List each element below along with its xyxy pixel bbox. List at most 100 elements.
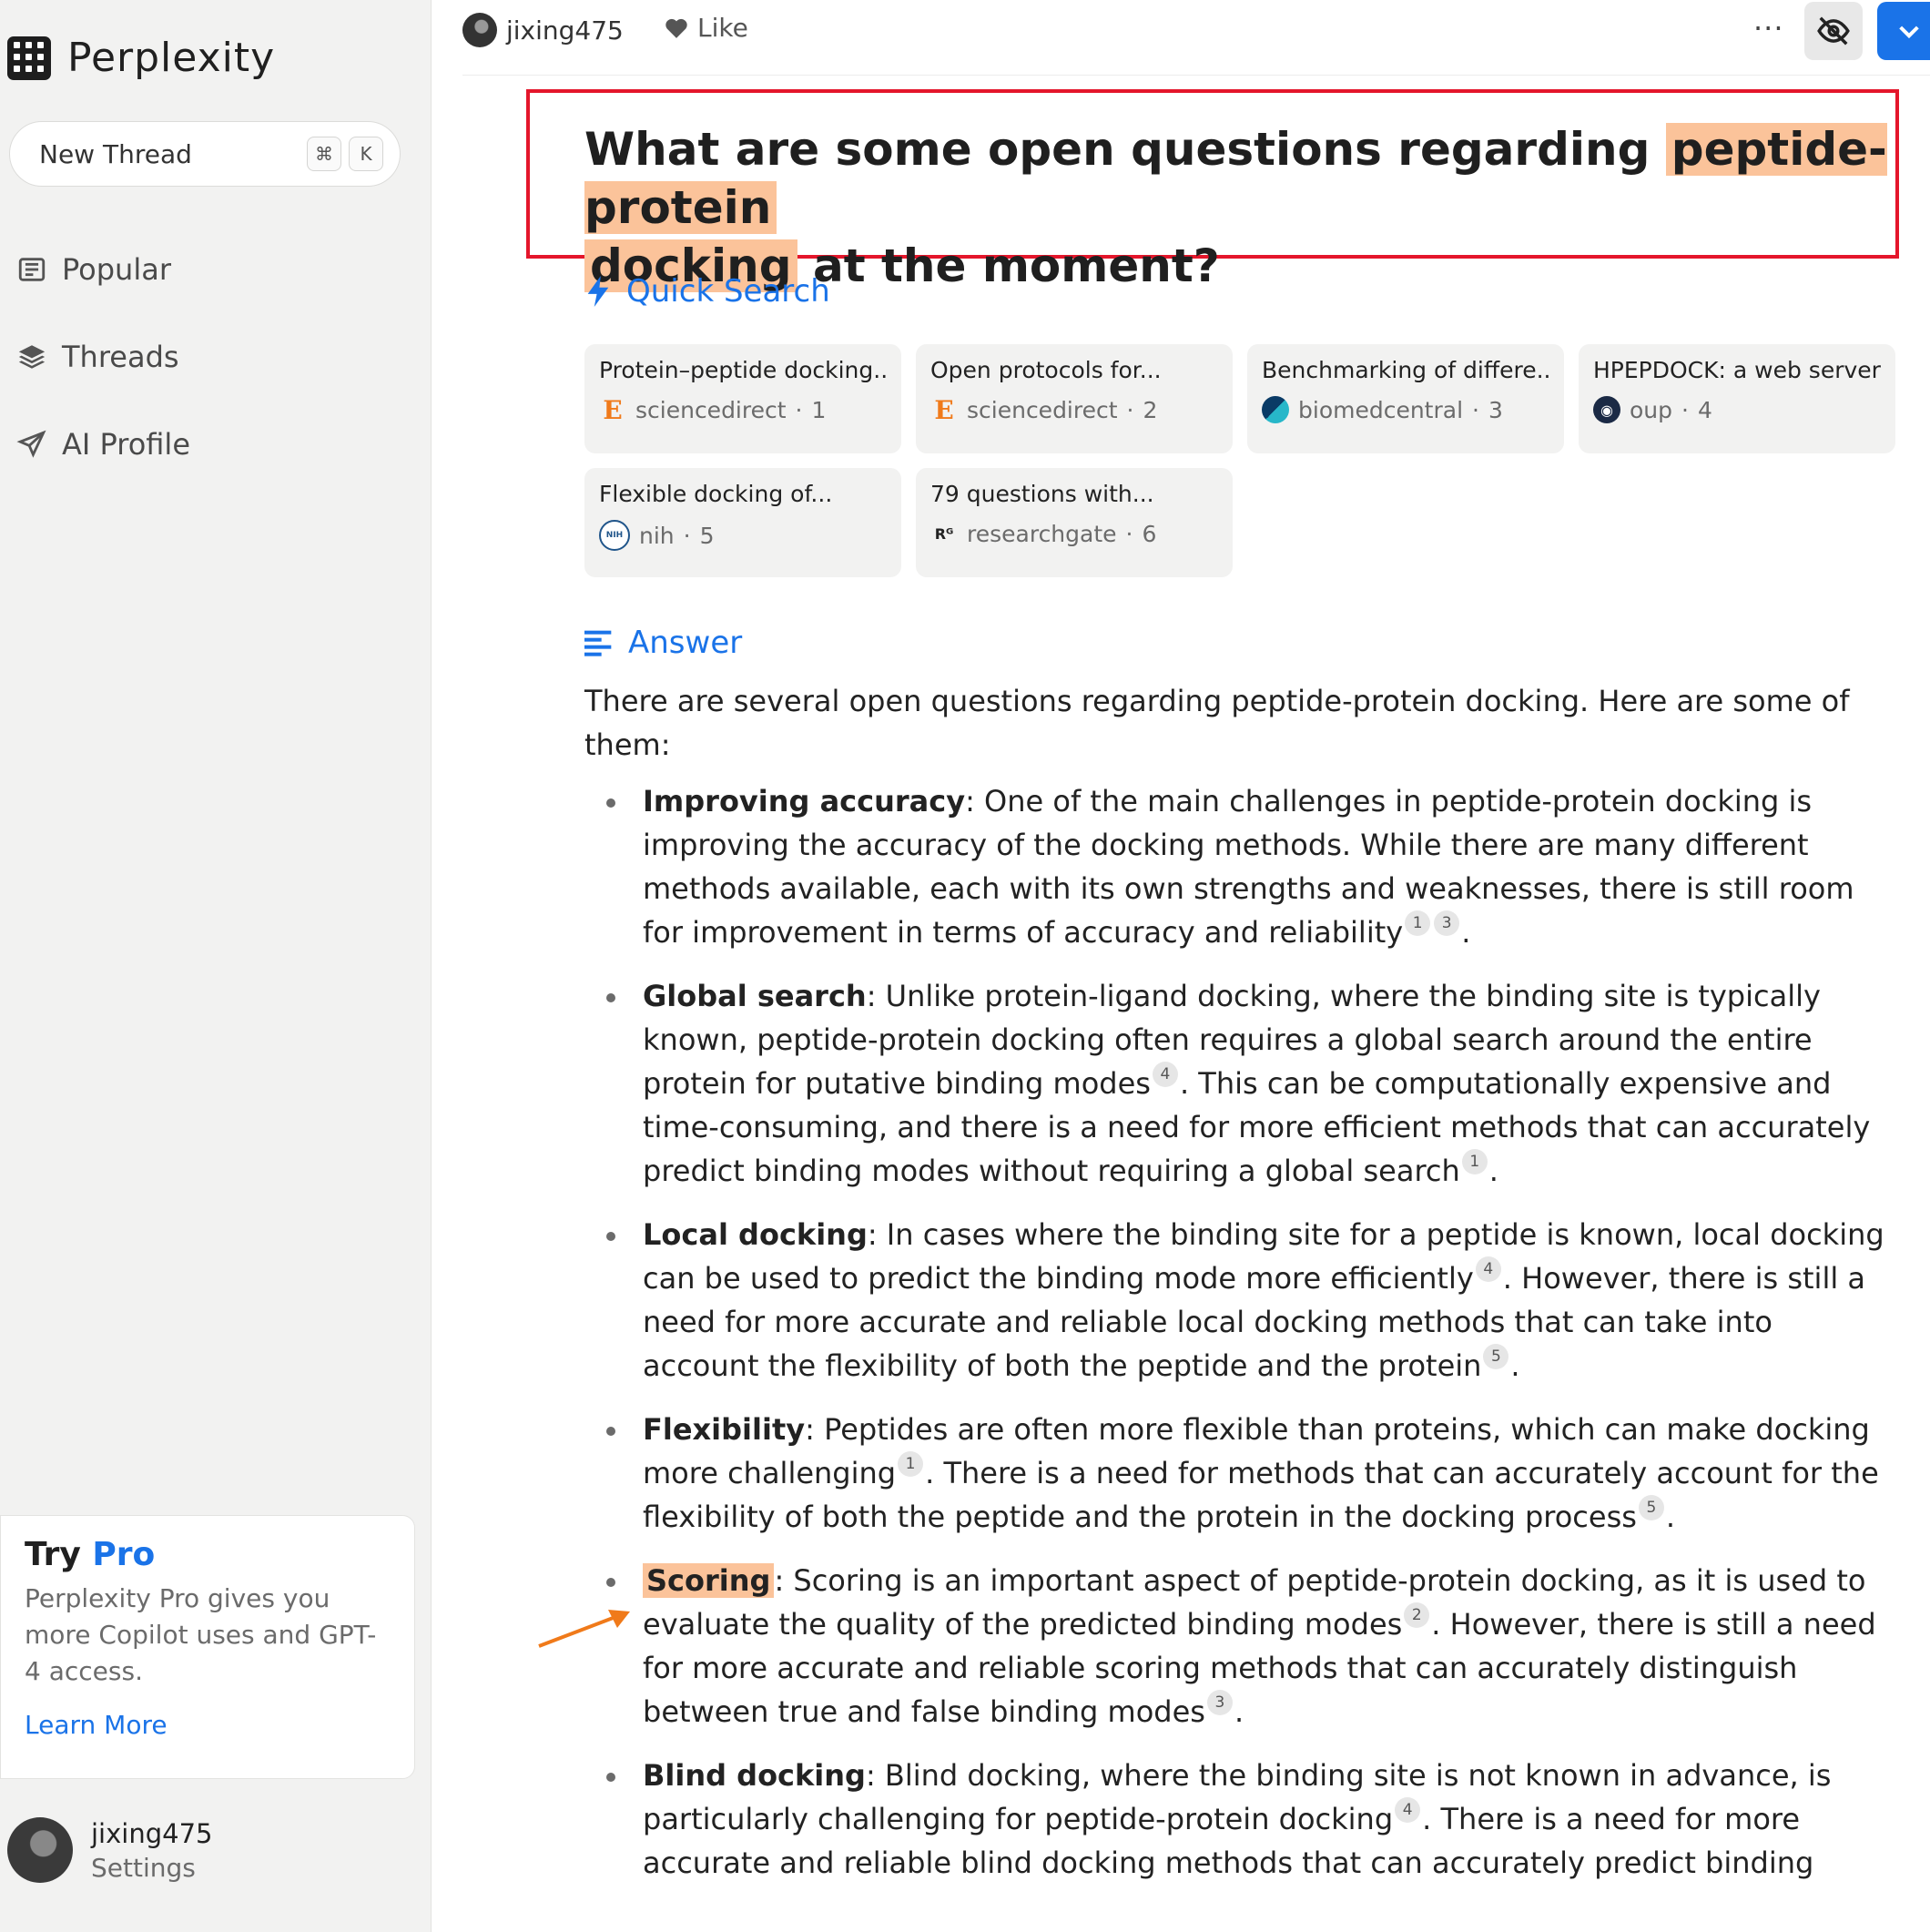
- answer-header: Answer: [584, 625, 742, 661]
- citation-badge[interactable]: 5: [1638, 1495, 1664, 1520]
- source-site: nih: [639, 522, 675, 549]
- annotation-arrow-icon: [538, 1610, 630, 1648]
- try-pro-title: Try Pro: [25, 1536, 156, 1573]
- bullet-term: Local docking: [643, 1217, 868, 1252]
- more-options-icon[interactable]: ···: [1753, 11, 1784, 46]
- source-number: 4: [1697, 396, 1712, 423]
- user-profile[interactable]: jixing475 Settings: [7, 1817, 212, 1883]
- bullet-term: Global search: [643, 979, 867, 1013]
- heart-icon: [665, 18, 687, 38]
- bullet-term: Improving accuracy: [643, 784, 966, 819]
- list-item: Blind docking: Blind docking, where the …: [584, 1754, 1895, 1885]
- separator: ·: [683, 522, 691, 549]
- dropdown-button[interactable]: [1877, 2, 1930, 60]
- source-meta: biomedcentral · 3: [1262, 396, 1549, 423]
- quick-search-label: Quick Search: [626, 273, 830, 310]
- separator: ·: [1126, 396, 1134, 423]
- citation-badge[interactable]: 2: [1404, 1602, 1430, 1628]
- citation-badge[interactable]: 1: [1405, 910, 1431, 936]
- source-card[interactable]: HPEPDOCK: a web server... ◉ oup · 4: [1579, 344, 1895, 453]
- sidebar: Perplexity New Thread ⌘ K Popular Thread…: [0, 0, 432, 1932]
- sources-grid: Protein–peptide docking... Esciencedirect…: [584, 344, 1899, 577]
- bullet-term: Blind docking: [643, 1758, 866, 1793]
- source-title: Protein–peptide docking...: [599, 357, 887, 383]
- citation-badge[interactable]: 4: [1475, 1256, 1501, 1282]
- source-card[interactable]: Open protocols for... Esciencedirect · 2: [916, 344, 1233, 453]
- list-item: Scoring: Scoring is an important aspect …: [584, 1559, 1895, 1734]
- sidebar-item-label: Popular: [62, 252, 171, 287]
- try-pro-card: Try Pro Perplexity Pro gives you more Co…: [0, 1515, 415, 1779]
- bullet-text: .: [1461, 915, 1471, 950]
- try-pro-description: Perplexity Pro gives you more Copilot us…: [25, 1583, 377, 1686]
- list-item: Flexibility: Peptides are often more fle…: [584, 1408, 1895, 1539]
- bullet-text: .: [1234, 1694, 1244, 1729]
- brand-name: Perplexity: [67, 35, 276, 81]
- settings-link[interactable]: Settings: [91, 1853, 212, 1883]
- citation-badge[interactable]: 1: [1461, 1149, 1488, 1174]
- sidebar-item-threads[interactable]: Threads: [16, 313, 190, 401]
- source-title: Flexible docking of...: [599, 481, 833, 507]
- source-number: 5: [699, 522, 715, 549]
- bullet-term: Scoring: [643, 1563, 775, 1598]
- source-meta: NIH nih · 5: [599, 520, 887, 551]
- elsevier-icon: E: [603, 394, 623, 425]
- chevron-down-icon: [1899, 25, 1919, 39]
- thread-topbar: jixing475 Like ···: [462, 0, 1930, 76]
- source-title: 79 questions with...: [930, 481, 1154, 507]
- citation-badge[interactable]: 3: [1434, 910, 1460, 936]
- sidebar-item-label: Threads: [62, 340, 179, 374]
- bullet-text: .: [1665, 1500, 1676, 1534]
- source-site: researchgate: [967, 520, 1117, 547]
- source-card[interactable]: 79 questions with... Rᴳ researchgate · 6: [916, 468, 1233, 577]
- new-thread-label: New Thread: [39, 138, 192, 169]
- source-meta: Rᴳ researchgate · 6: [930, 520, 1218, 547]
- quick-search-header: Quick Search: [584, 273, 830, 310]
- layers-icon: [18, 345, 46, 369]
- newspaper-icon: [18, 258, 46, 281]
- source-site: sciencedirect: [635, 396, 787, 423]
- k-key: K: [349, 137, 383, 171]
- bullet-text: .: [1488, 1154, 1498, 1188]
- separator: ·: [1681, 396, 1689, 423]
- list-item: Local docking: In cases where the bindin…: [584, 1213, 1895, 1388]
- avatar: [462, 13, 497, 47]
- sidebar-item-ai-profile[interactable]: AI Profile: [16, 401, 190, 488]
- new-thread-button[interactable]: New Thread ⌘ K: [9, 121, 401, 187]
- cmd-key-icon: ⌘: [307, 137, 341, 171]
- citation-badge[interactable]: 5: [1483, 1344, 1509, 1369]
- separator: ·: [795, 396, 803, 423]
- source-site: oup: [1630, 396, 1673, 423]
- bullet-text: .: [1510, 1348, 1520, 1383]
- brand-logo[interactable]: Perplexity: [7, 35, 275, 81]
- source-meta: ◉ oup · 4: [1593, 396, 1881, 423]
- source-title: Benchmarking of differe...: [1262, 357, 1549, 383]
- source-meta: Esciencedirect · 2: [930, 395, 1218, 425]
- answer-label: Answer: [628, 625, 743, 661]
- bmc-icon: [1262, 396, 1289, 423]
- source-card[interactable]: Flexible docking of... NIH nih · 5: [584, 468, 901, 577]
- source-card[interactable]: Benchmarking of differe... biomedcentral ·…: [1247, 344, 1564, 453]
- citation-badge[interactable]: 4: [1395, 1797, 1421, 1823]
- bullet-term: Flexibility: [643, 1412, 806, 1447]
- source-number: 6: [1142, 520, 1157, 547]
- source-title: Open protocols for...: [930, 357, 1162, 383]
- source-card[interactable]: Protein–peptide docking... Esciencedirect…: [584, 344, 901, 453]
- eye-off-icon: [1817, 16, 1850, 46]
- citation-badge[interactable]: 3: [1206, 1690, 1233, 1715]
- sidebar-item-popular[interactable]: Popular: [16, 226, 190, 313]
- source-site: sciencedirect: [967, 396, 1118, 423]
- grid-logo-icon: [7, 36, 51, 80]
- learn-more-link[interactable]: Learn More: [25, 1710, 391, 1740]
- list-item: Improving accuracy: One of the main chal…: [584, 779, 1895, 954]
- thread-author[interactable]: jixing475: [462, 13, 624, 47]
- citation-badge[interactable]: 1: [898, 1451, 924, 1477]
- align-left-icon: [584, 630, 612, 656]
- visibility-toggle-button[interactable]: [1804, 2, 1863, 60]
- avatar: [7, 1817, 73, 1883]
- list-item: Global search: Unlike protein-ligand doc…: [584, 974, 1895, 1193]
- user-name: jixing475: [91, 1817, 213, 1849]
- separator: ·: [1472, 396, 1479, 423]
- citation-badge[interactable]: 4: [1152, 1062, 1178, 1087]
- like-button[interactable]: Like: [665, 13, 748, 43]
- nih-icon: NIH: [599, 520, 630, 551]
